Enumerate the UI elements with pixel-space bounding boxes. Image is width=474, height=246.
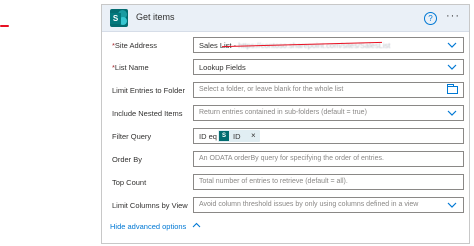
chevron-down-icon [447, 42, 457, 48]
order-by-row: Order By An ODATA orderBy query for spec… [102, 150, 469, 168]
limit-entries-label: Limit Entries to Folder [112, 86, 185, 95]
site-address-label: *Site Address [112, 41, 158, 50]
limit-entries-input[interactable]: Select a folder, or leave blank for the … [193, 82, 464, 98]
filter-query-label: Filter Query [112, 132, 152, 141]
sharepoint-icon: S [110, 9, 128, 27]
nested-items-label: Include Nested Items [112, 109, 183, 118]
limit-columns-dropdown[interactable]: Avoid column threshold issues by only us… [193, 197, 464, 213]
order-by-label: Order By [112, 155, 143, 164]
get-items-action-card: S Get items ? ··· *Site Address Sales Li… [101, 4, 470, 244]
question-circle-icon[interactable]: ? [424, 12, 437, 25]
filter-query-text: ID eq [199, 132, 217, 141]
limit-columns-label: Limit Columns by View [112, 201, 188, 210]
top-count-label: Top Count [112, 178, 147, 187]
top-count-input[interactable]: Total number of entries to retrieve (def… [193, 174, 464, 190]
folder-icon[interactable] [447, 84, 458, 94]
token-remove-icon[interactable]: × [251, 131, 256, 140]
list-name-value: Lookup Fields [199, 63, 246, 72]
list-name-dropdown[interactable]: Lookup Fields [193, 59, 464, 75]
list-name-label: *List Name [112, 63, 149, 72]
filter-query-input[interactable]: ID eq S ID × [193, 128, 464, 144]
nested-items-row: Include Nested Items Return entries cont… [102, 104, 469, 122]
chevron-down-icon [447, 64, 457, 70]
card-header[interactable]: S Get items ? ··· [102, 5, 469, 32]
filter-query-row: Filter Query ID eq S ID × [102, 127, 469, 145]
card-title: Get items [136, 12, 175, 22]
dynamic-content-token[interactable]: S ID × [218, 130, 260, 142]
more-options-icon[interactable]: ··· [446, 10, 460, 22]
chevron-down-icon [447, 110, 457, 116]
limit-columns-row: Limit Columns by View Avoid column thres… [102, 196, 469, 214]
order-by-placeholder: An ODATA orderBy query for specifying th… [199, 155, 384, 162]
limit-entries-placeholder: Select a folder, or leave blank for the … [199, 86, 344, 93]
nested-items-dropdown[interactable]: Return entries contained in sub-folders … [193, 105, 464, 121]
hide-advanced-options-link[interactable]: Hide advanced options [110, 222, 201, 231]
nested-items-placeholder: Return entries contained in sub-folders … [199, 109, 367, 116]
chevron-down-icon [447, 202, 457, 208]
limit-entries-row: Limit Entries to Folder Select a folder,… [102, 81, 469, 99]
top-count-row: Top Count Total number of entries to ret… [102, 173, 469, 191]
limit-columns-placeholder: Avoid column threshold issues by only us… [199, 201, 419, 208]
order-by-input[interactable]: An ODATA orderBy query for specifying th… [193, 151, 464, 167]
sharepoint-icon: S [219, 131, 229, 141]
token-label: ID [233, 132, 241, 141]
site-address-dropdown[interactable]: Sales List - https://contoso.sharepoint.… [193, 37, 464, 53]
hide-advanced-options-label: Hide advanced options [110, 222, 187, 231]
top-count-placeholder: Total number of entries to retrieve (def… [199, 178, 348, 185]
site-address-row: *Site Address Sales List - https://conto… [102, 36, 469, 54]
list-name-row: *List Name Lookup Fields [102, 58, 469, 76]
annotation-mark [0, 25, 9, 27]
chevron-up-icon [193, 222, 201, 228]
